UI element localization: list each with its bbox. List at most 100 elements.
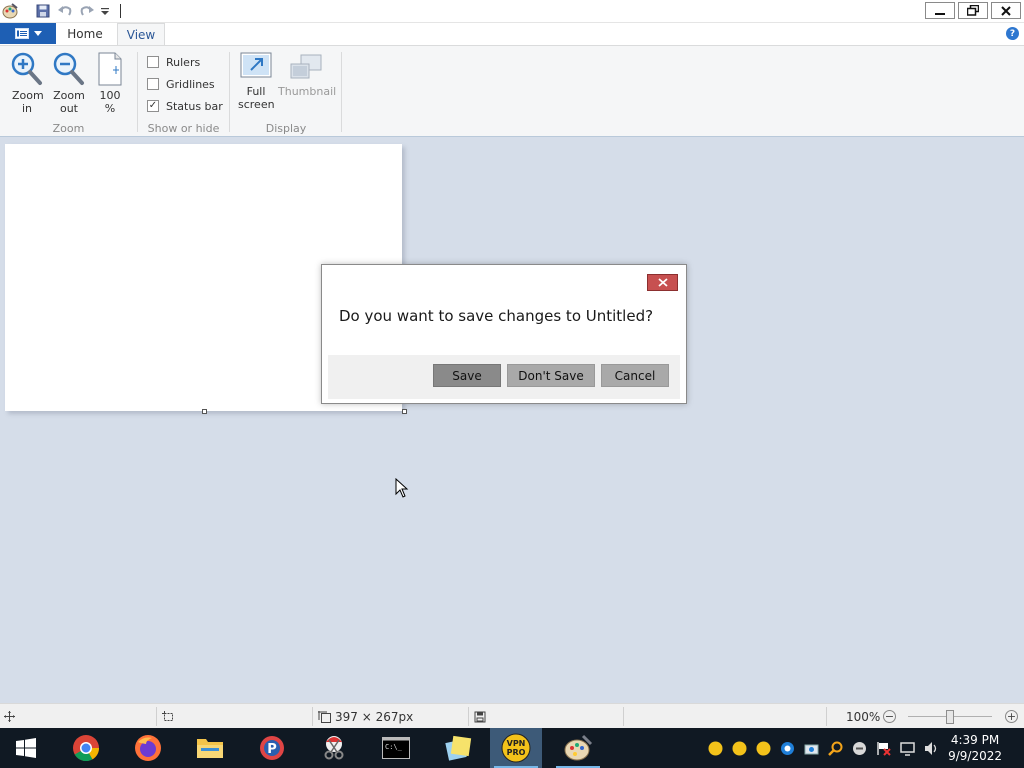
cancel-button[interactable]: Cancel <box>601 364 669 387</box>
canvas-size-text: 397 × 267px <box>335 709 414 724</box>
minimize-icon <box>935 12 945 15</box>
file-menu-button[interactable] <box>0 23 56 44</box>
zoom-100-label: 100 % <box>99 89 121 115</box>
minimize-button[interactable] <box>925 2 955 19</box>
selection-size-icon <box>162 704 174 729</box>
dialog-footer: Save Don't Save Cancel <box>328 355 680 399</box>
zoom-100-button[interactable]: 100 % <box>91 52 129 115</box>
status-separator <box>312 707 313 726</box>
clock-date: 9/9/2022 <box>948 749 1002 763</box>
sticky-notes-icon[interactable] <box>432 728 484 768</box>
gridlines-label: Gridlines <box>166 77 215 91</box>
zoom-level-text: 100% <box>846 709 881 724</box>
ribbon-tabs: Home View ? <box>0 23 1024 45</box>
gridlines-checkbox[interactable]: Gridlines <box>147 76 215 92</box>
vpn-tray-icon[interactable] <box>731 740 747 756</box>
full-screen-icon <box>235 52 277 82</box>
rulers-check-box <box>147 56 159 68</box>
file-explorer-icon[interactable] <box>184 728 236 768</box>
zoom-in-label: Zoom in <box>12 89 44 115</box>
thumbnail-button[interactable]: Thumbnail <box>278 52 337 98</box>
network-status-icon[interactable] <box>779 740 795 756</box>
camera-tray-icon[interactable] <box>803 740 819 756</box>
firefox-icon[interactable] <box>122 728 174 768</box>
status-separator <box>826 707 827 726</box>
status-bar: 397 × 267px 100% − + <box>0 703 1024 728</box>
status-separator <box>156 707 157 726</box>
group-separator <box>137 52 138 132</box>
undo-icon[interactable] <box>55 2 75 20</box>
svg-text:PRO: PRO <box>507 748 526 757</box>
mouse-cursor-icon <box>395 478 409 498</box>
minus-circle-tray-icon[interactable] <box>851 740 867 756</box>
group-separator <box>341 52 342 132</box>
save-icon[interactable] <box>33 2 53 20</box>
title-separator <box>120 4 121 18</box>
zoom-in-icon <box>6 52 48 86</box>
zoom-in-button[interactable]: Zoom in <box>6 52 48 115</box>
svg-text:C:\_: C:\_ <box>385 743 403 751</box>
status-bar-check-box: ✓ <box>147 100 159 112</box>
thumbnail-label: Thumbnail <box>278 85 337 98</box>
file-menu-icon <box>14 28 29 39</box>
search-tray-icon[interactable] <box>827 740 843 756</box>
full-screen-button[interactable]: Full screen <box>235 52 277 111</box>
show-hide-group-label: Show or hide <box>147 122 220 135</box>
ribbon-panel: Zoom in Zoom out 100 % Zoom Rulers Gridl… <box>0 45 1024 137</box>
tab-home[interactable]: Home <box>58 23 112 45</box>
status-separator <box>623 707 624 726</box>
terminal-icon[interactable]: C:\_ <box>370 728 422 768</box>
chevron-down-icon <box>33 31 42 36</box>
save-button[interactable]: Save <box>433 364 501 387</box>
canvas-resize-handle-bottom[interactable] <box>202 409 207 414</box>
zoom-out-icon[interactable]: − <box>883 710 896 723</box>
thumbnail-icon <box>278 52 334 82</box>
close-icon <box>1001 5 1011 16</box>
vpn-pro-icon[interactable]: VPN PRO <box>490 728 542 768</box>
clock-time: 4:39 PM <box>950 733 1000 747</box>
restore-button[interactable] <box>958 2 988 19</box>
zoom-out-label: Zoom out <box>53 89 85 115</box>
rulers-checkbox[interactable]: Rulers <box>147 54 200 70</box>
title-bar <box>0 0 1024 23</box>
canvas-resize-handle-corner[interactable] <box>402 409 407 414</box>
volume-icon[interactable] <box>923 740 939 756</box>
system-clock[interactable]: 4:39 PM 9/9/2022 <box>948 732 1002 764</box>
zoom-in-icon[interactable]: + <box>1005 710 1018 723</box>
app-p-icon[interactable]: P <box>246 728 298 768</box>
status-bar-label: Status bar <box>166 99 223 113</box>
vpn-tray-icon[interactable] <box>707 740 723 756</box>
canvas-workspace <box>0 138 1024 703</box>
zoom-group-label: Zoom <box>52 122 85 135</box>
rulers-label: Rulers <box>166 55 201 69</box>
display-tray-icon[interactable] <box>899 740 915 756</box>
page-100-icon <box>91 52 129 86</box>
tab-view[interactable]: View <box>117 23 165 45</box>
flag-alert-icon[interactable] <box>875 740 891 756</box>
status-bar-checkbox[interactable]: ✓ Status bar <box>147 98 223 114</box>
redo-icon[interactable] <box>77 2 97 20</box>
display-group-label: Display <box>265 122 307 135</box>
status-separator <box>468 707 469 726</box>
zoom-slider-thumb[interactable] <box>946 710 954 724</box>
file-size-icon <box>474 704 486 729</box>
vpn-tray-icon[interactable] <box>755 740 771 756</box>
close-icon <box>657 278 668 287</box>
save-changes-dialog: Do you want to save changes to Untitled?… <box>321 264 687 404</box>
svg-text:VPN: VPN <box>507 739 526 748</box>
dont-save-button[interactable]: Don't Save <box>507 364 595 387</box>
canvas-size-readout: 397 × 267px <box>318 704 413 729</box>
help-icon[interactable]: ? <box>1006 27 1019 40</box>
zoom-out-icon <box>48 52 90 86</box>
zoom-out-button[interactable]: Zoom out <box>48 52 90 115</box>
customize-dropdown-icon[interactable] <box>95 2 115 20</box>
dialog-close-button[interactable] <box>647 274 678 291</box>
paint-app-icon[interactable] <box>0 2 20 20</box>
restore-icon <box>967 5 979 16</box>
paint-icon[interactable] <box>552 728 604 768</box>
snipping-icon[interactable] <box>308 728 360 768</box>
chrome-icon[interactable] <box>60 728 112 768</box>
windows-start-icon[interactable] <box>0 728 52 768</box>
gridlines-check-box <box>147 78 159 90</box>
close-button[interactable] <box>991 2 1021 19</box>
